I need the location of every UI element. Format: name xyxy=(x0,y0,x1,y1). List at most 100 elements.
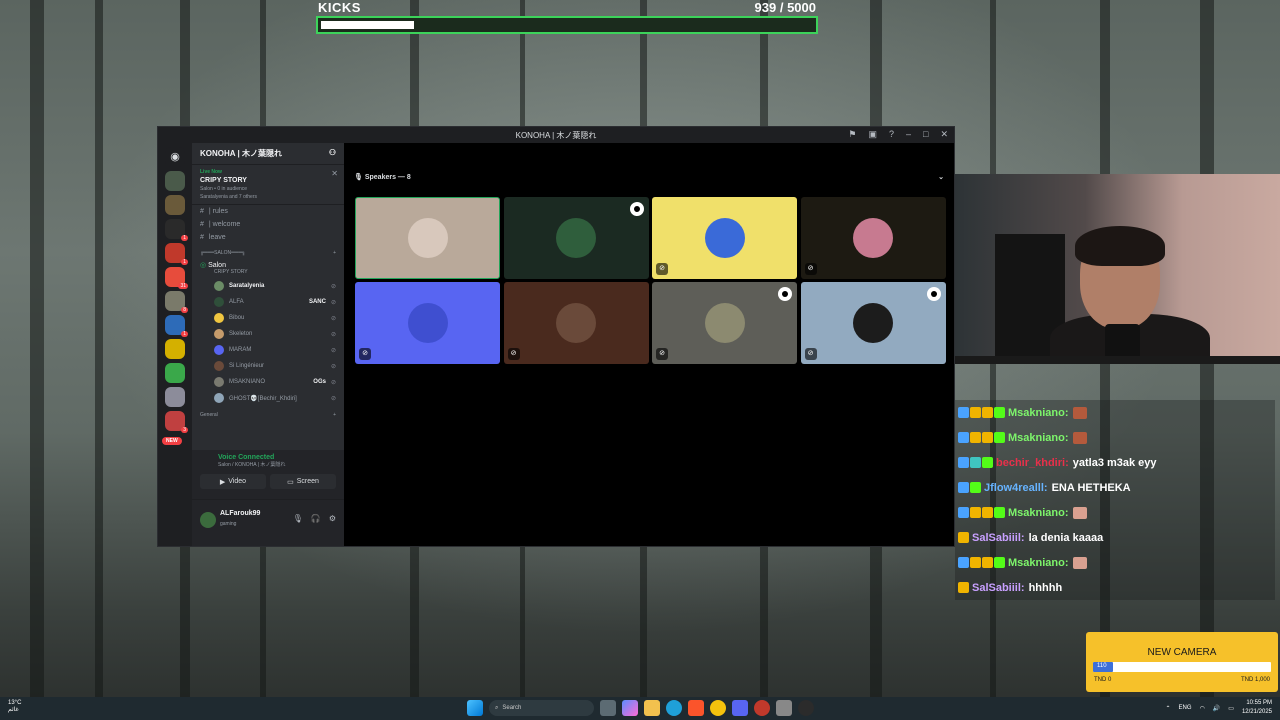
microphone-icon[interactable]: 🎙 xyxy=(293,514,303,523)
server-icon[interactable]: 1 xyxy=(165,315,188,337)
muted-icon: ⊘ xyxy=(330,379,336,386)
server-icon[interactable]: 3 xyxy=(165,411,188,433)
chat-message: Msakniano: xyxy=(955,400,1275,425)
chat-username[interactable]: SalSabiiil: xyxy=(972,532,1025,544)
server-icon[interactable] xyxy=(165,387,185,407)
channel-list: KONOHA | 木ノ葉隠れ ⚇ Live Now CRIPY STORY Sa… xyxy=(192,143,344,546)
badge-icon xyxy=(982,407,993,418)
discord-home-icon[interactable]: ◉ xyxy=(165,147,185,167)
chevron-down-icon[interactable]: ⌄ xyxy=(938,173,944,181)
flag-icon[interactable]: ⚑ xyxy=(848,129,856,140)
speaker-tile[interactable]: ⊘ xyxy=(800,197,946,279)
voice-user[interactable]: Bibou ⊘ xyxy=(192,310,344,326)
voice-user[interactable]: Saratalyenia ⊘ xyxy=(192,278,344,294)
chat-username[interactable]: bechir_khdiri: xyxy=(996,457,1069,469)
category-general[interactable]: General + xyxy=(192,406,344,420)
chat-username[interactable]: Msakniano: xyxy=(1008,557,1069,569)
speaker-tile[interactable]: ⊘ xyxy=(503,282,649,364)
channel-rules[interactable]: # | rules xyxy=(192,205,344,218)
voice-user[interactable]: Si Lingénieur ⊘ xyxy=(192,358,344,374)
chat-username[interactable]: Msakniano: xyxy=(1008,507,1069,519)
server-icon[interactable]: 1 xyxy=(165,219,188,241)
chat-username[interactable]: Msakniano: xyxy=(1008,407,1069,419)
chat-username[interactable]: Jflow4realll: xyxy=(984,482,1048,494)
live-event-card[interactable]: Live Now CRIPY STORY Salon • 0 in audien… xyxy=(192,165,344,205)
channel-leave[interactable]: # leave xyxy=(192,231,344,244)
brave-icon[interactable] xyxy=(688,700,704,716)
server-icon[interactable] xyxy=(165,363,185,383)
help-icon[interactable]: ? xyxy=(889,129,894,140)
clock[interactable]: 10:55 PM 12/21/2025 xyxy=(1242,699,1272,717)
badge-icon xyxy=(970,557,981,568)
speaker-tile[interactable]: ⊘ xyxy=(800,282,946,364)
voice-user[interactable]: MSAKNIANO OGs ⊘ xyxy=(192,374,344,390)
video-button[interactable]: ▶ Video xyxy=(200,474,266,489)
headphones-icon[interactable]: 🎧 xyxy=(311,514,321,523)
server-icon[interactable] xyxy=(165,339,185,359)
chat-username[interactable]: Msakniano: xyxy=(1008,432,1069,444)
file-explorer-icon[interactable] xyxy=(644,700,660,716)
copilot-icon[interactable] xyxy=(622,700,638,716)
user-badges xyxy=(958,582,969,593)
app-icon[interactable] xyxy=(754,700,770,716)
weather-widget[interactable]: 13°C غائم xyxy=(8,700,21,713)
speaker-tile[interactable]: ⊘ xyxy=(652,197,797,279)
inbox-icon[interactable]: ▣ xyxy=(868,129,877,140)
speaker-tile[interactable]: ⊘ xyxy=(652,282,797,364)
avatar[interactable] xyxy=(200,512,216,528)
title-bar: KONOHA | 木ノ葉隠れ ⚑ ▣ ? – □ ✕ xyxy=(158,127,954,143)
server-icon[interactable]: 1 xyxy=(165,243,188,265)
badge-icon xyxy=(970,432,981,443)
app-icon[interactable] xyxy=(776,700,792,716)
discord-icon[interactable] xyxy=(732,700,748,716)
voice-user[interactable]: Skeleton ⊘ xyxy=(192,326,344,342)
battery-icon[interactable]: ▭ xyxy=(1228,705,1234,712)
voice-user[interactable]: MARAM ⊘ xyxy=(192,342,344,358)
screen-share-icon xyxy=(926,287,941,301)
speakers-header[interactable]: 🎙 Speakers — 8 ⌄ xyxy=(354,173,944,181)
chrome-icon[interactable] xyxy=(710,700,726,716)
language-indicator[interactable]: ENG xyxy=(1179,705,1192,711)
wifi-icon[interactable]: ◠ xyxy=(1200,705,1205,712)
close-icon[interactable]: ✕ xyxy=(331,169,338,178)
server-icon[interactable] xyxy=(165,171,185,191)
chat-message: bechir_khdiri: yatla3 m3ak eyy xyxy=(955,450,1275,475)
close-icon[interactable]: ✕ xyxy=(940,129,948,140)
speaker-tile[interactable] xyxy=(503,197,649,279)
voice-user[interactable]: ALFA SANC ⊘ xyxy=(192,294,344,310)
obs-icon[interactable] xyxy=(798,700,814,716)
voice-user-name: Saratalyenia xyxy=(229,283,265,289)
stage-icon: ◎ xyxy=(200,262,207,269)
voice-user[interactable]: GHOST💀[Bechir_Khdiri] ⊘ xyxy=(192,390,344,406)
search-box[interactable]: ⌕ Search xyxy=(489,700,594,716)
screen-share-button[interactable]: ▭ Screen xyxy=(270,474,336,489)
plus-icon[interactable]: + xyxy=(333,250,336,256)
windows-start-icon[interactable] xyxy=(467,700,483,716)
chevron-up-icon[interactable]: ⌃ xyxy=(1166,705,1171,712)
edge-icon[interactable] xyxy=(666,700,682,716)
channel-welcome[interactable]: # | welcome xyxy=(192,218,344,231)
guild-header[interactable]: KONOHA | 木ノ葉隠れ ⚇ xyxy=(192,143,344,165)
badge-icon xyxy=(958,507,969,518)
plus-icon[interactable]: + xyxy=(333,412,336,418)
stage-area: 🎙 Speakers — 8 ⌄ ⊘ ⊘ ⊘ ⊘ ⊘ ⊘ xyxy=(344,143,954,546)
avatar xyxy=(214,377,224,387)
category-salon[interactable]: ╔═══SALON═══╗ + xyxy=(192,244,344,258)
chat-username[interactable]: SalSabiiil: xyxy=(972,582,1025,594)
server-icon[interactable] xyxy=(165,195,185,215)
minimize-icon[interactable]: – xyxy=(906,129,911,140)
speaker-tile[interactable]: ⊘ xyxy=(355,282,500,364)
invite-icon[interactable]: ⚇ xyxy=(329,148,336,159)
webcam-feed xyxy=(955,174,1280,364)
channel-salon-subtitle: CRIPY STORY xyxy=(214,269,248,275)
task-view-icon[interactable] xyxy=(600,700,616,716)
channel-salon[interactable]: ◎ Salon CRIPY STORY xyxy=(192,258,344,278)
maximize-icon[interactable]: □ xyxy=(923,129,928,140)
server-icon[interactable]: 31 xyxy=(165,267,188,289)
speaker-tile[interactable] xyxy=(355,197,500,279)
gear-icon[interactable]: ⚙ xyxy=(329,514,336,523)
badge-icon xyxy=(970,482,981,493)
volume-icon[interactable]: 🔊 xyxy=(1213,705,1220,712)
user-badges xyxy=(958,482,981,493)
server-icon[interactable]: 8 xyxy=(165,291,188,313)
